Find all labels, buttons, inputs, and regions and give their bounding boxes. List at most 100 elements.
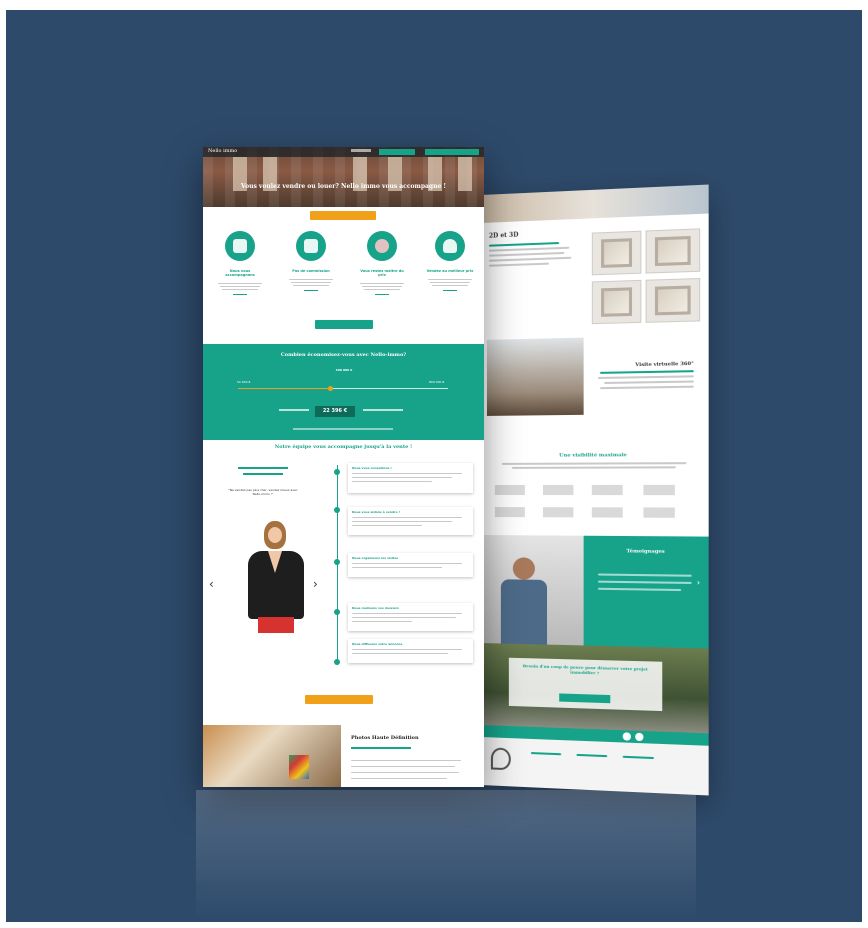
text-line: [351, 772, 459, 773]
text-line: [530, 752, 562, 756]
back-page-mockup: 2D et 3D Visite virtuelle 360° Une visib…: [481, 184, 709, 796]
result-note: [363, 409, 403, 411]
feature-link[interactable]: [443, 290, 457, 291]
partner-logo-placeholder: [643, 507, 675, 518]
location-pin-icon: [490, 747, 511, 771]
photos-section-subtitle: [351, 747, 411, 749]
back-section-title: Visite virtuelle 360°: [635, 360, 694, 369]
person-face: [268, 527, 282, 543]
feature-title: Pas de commission: [292, 269, 330, 273]
feature-link[interactable]: [233, 294, 247, 295]
calculator-footnote: [293, 428, 393, 430]
nav-button[interactable]: [379, 149, 415, 155]
cta-background-photo: Besoin d'un coup de pouce pour démarrer …: [481, 643, 709, 734]
timeline-card-title: Nous diffusons votre annonce: [352, 642, 403, 646]
person-head: [512, 557, 535, 580]
top-navigation: Nello immo: [203, 147, 484, 157]
timeline-dot: [334, 507, 340, 513]
cta-button[interactable]: [559, 693, 611, 704]
computer-icon: [296, 231, 326, 261]
slider-value: 300 000 €: [335, 368, 353, 372]
savings-calculator: Combien économisez-vous avec Nello-immo?…: [203, 344, 484, 440]
price-slider-fill: [238, 388, 330, 389]
chevron-left-icon[interactable]: ‹: [209, 577, 214, 591]
back-section-title: Témoignages: [626, 548, 665, 555]
floorplan-3d-image: [645, 277, 701, 323]
team-member-role: [243, 473, 283, 475]
text-line: [597, 587, 682, 592]
living-room-photo: [486, 337, 584, 416]
slider-max: 800 000 €: [429, 380, 445, 384]
text-line: [597, 573, 692, 577]
social-icon[interactable]: [635, 732, 644, 742]
interior-photo: [203, 725, 341, 787]
nav-button[interactable]: [425, 149, 479, 155]
chevron-right-icon[interactable]: ›: [313, 577, 318, 591]
price-slider-handle[interactable]: [328, 386, 333, 391]
text-line: [576, 753, 608, 758]
back-virtual-visit-section: Visite virtuelle 360°: [594, 361, 698, 393]
timeline-card-title: Nous vous aidons à vendre !: [352, 510, 401, 514]
floorplan-3d-image: [645, 228, 701, 274]
text-line: [488, 256, 572, 262]
mockup-reflection: [196, 790, 696, 922]
text-line: [488, 251, 565, 257]
feature-title: Vendez au meilleur prix: [426, 269, 474, 273]
person-trousers: [258, 617, 294, 633]
painting-shape: [289, 755, 309, 779]
cta-title: Besoin d'un coup de pouce pour démarrer …: [522, 663, 648, 676]
feature-title: Vous restez maître du prix: [360, 269, 404, 277]
nav-link[interactable]: [351, 149, 371, 152]
text-line: [488, 262, 550, 267]
text-line: [488, 242, 560, 247]
partner-logo-placeholder: [591, 484, 623, 496]
piggy-bank-icon: [367, 231, 397, 261]
social-icon[interactable]: [622, 732, 631, 741]
chevron-right-icon[interactable]: ›: [697, 578, 700, 587]
text-line: [511, 466, 676, 469]
partner-logo-placeholder: [542, 484, 574, 496]
timeline-dot: [334, 559, 340, 565]
hero-cta-button[interactable]: [310, 211, 376, 220]
timeline-line: [337, 465, 338, 665]
back-2d3d-section: 2D et 3D: [481, 229, 582, 270]
feature-item: Pas de commission: [286, 231, 336, 291]
agent-icon: [435, 231, 465, 261]
team-quote: "Ne vendez pas plus cher, vendez mieux a…: [228, 488, 298, 496]
timeline-card: Nous vous conseillons !: [348, 463, 473, 493]
text-line: [597, 580, 692, 584]
text-line: [622, 755, 654, 760]
slider-min: 50 000 €: [237, 380, 251, 384]
partner-logo-placeholder: [494, 507, 525, 518]
back-visibility-section: Une visibilité maximale: [481, 452, 709, 471]
timeline-dot: [334, 469, 340, 475]
team-member-name: [238, 467, 288, 469]
feature-link[interactable]: [375, 294, 389, 295]
back-footer: [481, 737, 709, 796]
timeline-card: Nous diffusons votre annonce: [348, 639, 473, 663]
hero-title: Vous voulez vendre ou louer? Nello immo …: [240, 183, 447, 190]
partner-logo-placeholder: [643, 484, 675, 496]
timeline-card: Nous organisons les visites: [348, 553, 473, 577]
text-line: [604, 380, 694, 385]
person-jacket: [500, 579, 548, 645]
text-line: [351, 766, 455, 767]
handshake-icon: [225, 231, 255, 261]
feature-item: Nous vous accompagnons: [215, 231, 265, 295]
savings-result: 22 396 €: [315, 406, 355, 417]
contact-cta-button[interactable]: [305, 695, 373, 704]
text-line: [597, 375, 694, 380]
presentation-backdrop: 2D et 3D Visite virtuelle 360° Une visib…: [6, 10, 862, 922]
discover-offers-button[interactable]: [315, 320, 373, 329]
feature-item: Vendez au meilleur prix: [425, 231, 475, 291]
text-line: [351, 778, 447, 779]
feature-item: Vous restez maître du prix: [357, 231, 407, 295]
logo[interactable]: Nello immo: [208, 148, 237, 154]
feature-link[interactable]: [304, 290, 318, 291]
cta-box: Besoin d'un coup de pouce pour démarrer …: [508, 657, 663, 712]
back-section-title: Une visibilité maximale: [559, 452, 627, 459]
back-header-photo: [481, 184, 709, 223]
testimonial-photo: [481, 535, 584, 646]
team-section-title: Notre équipe vous accompagne jusqu'à la …: [274, 444, 413, 450]
text-line: [351, 760, 461, 761]
